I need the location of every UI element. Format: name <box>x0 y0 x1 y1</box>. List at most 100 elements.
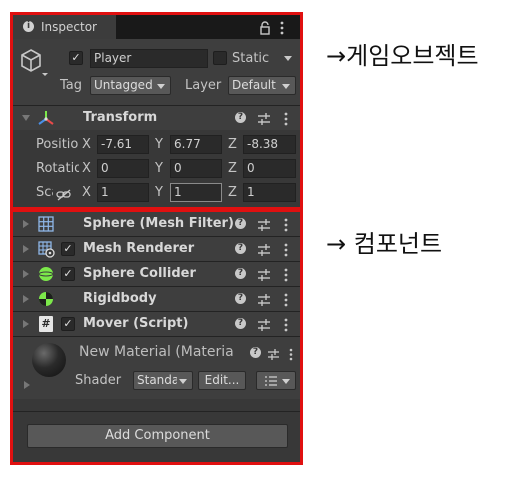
component-enabled-checkbox[interactable]: ✓ <box>61 242 75 256</box>
preset-icon[interactable] <box>257 267 271 281</box>
kebab-icon[interactable] <box>283 217 289 232</box>
material-list-dropdown[interactable] <box>256 371 296 390</box>
preset-icon[interactable] <box>257 317 271 331</box>
component-header-mesh-filter[interactable]: Sphere (Mesh Filter) ? <box>13 212 300 236</box>
transform-header[interactable]: Transform ? <box>13 106 300 130</box>
info-icon: i <box>23 21 34 32</box>
scale-z-field[interactable]: 1 <box>243 183 296 202</box>
preset-icon[interactable] <box>257 242 271 256</box>
material-preview-sphere[interactable] <box>32 343 66 377</box>
tag-dropdown[interactable]: Untagged <box>90 76 171 95</box>
help-icon[interactable]: ? <box>235 218 246 229</box>
position-y-field[interactable]: 6.77 <box>170 135 222 154</box>
rotation-z-field[interactable]: 0 <box>243 159 296 178</box>
inspector-tab[interactable]: i Inspector <box>13 15 116 39</box>
grid-icon <box>38 216 54 232</box>
add-component-button[interactable]: Add Component <box>27 424 288 448</box>
static-dropdown-arrow-icon[interactable] <box>284 56 292 61</box>
position-x-label[interactable]: X <box>82 137 91 152</box>
static-checkbox[interactable] <box>213 51 227 65</box>
sphere-collider-icon <box>38 266 54 282</box>
material-name: New Material (Materia <box>79 344 234 360</box>
component-name: Mover (Script) <box>83 316 189 331</box>
scale-x-field[interactable]: 1 <box>97 183 149 202</box>
constrain-proportions-link-icon[interactable] <box>56 186 72 201</box>
help-icon[interactable]: ? <box>235 243 246 254</box>
component-enabled-checkbox[interactable]: ✓ <box>61 317 75 331</box>
tag-dropdown-arrow-icon <box>157 84 165 89</box>
rotation-y-label[interactable]: Y <box>155 161 163 176</box>
inspector-tab-bar: i Inspector <box>13 15 300 39</box>
position-z-label[interactable]: Z <box>228 137 237 152</box>
scale-z-label[interactable]: Z <box>228 185 237 200</box>
position-z-field[interactable]: -8.38 <box>243 135 296 154</box>
script-icon: # <box>39 316 53 332</box>
shader-dropdown[interactable]: Standard <box>133 371 193 390</box>
kebab-icon[interactable] <box>283 267 289 282</box>
layer-value: Default <box>232 78 276 92</box>
shader-dropdown-arrow-icon <box>179 379 187 384</box>
component-header-rigidbody[interactable]: Rigidbody ? <box>13 287 300 311</box>
rigidbody-icon <box>38 291 54 307</box>
transform-title: Transform <box>83 110 158 125</box>
component-header-mover-script[interactable]: # ✓ Mover (Script) ? <box>13 312 300 336</box>
mesh-renderer-icon <box>38 241 55 258</box>
help-icon[interactable]: ? <box>235 268 246 279</box>
layer-label: Layer <box>185 78 222 93</box>
inspector-tab-label: Inspector <box>41 20 97 34</box>
component-header-sphere-collider[interactable]: ✓ Sphere Collider ? <box>13 262 300 286</box>
help-icon[interactable]: ? <box>235 112 246 123</box>
foldout-closed-icon[interactable] <box>24 381 30 389</box>
rotation-x-field[interactable]: 0 <box>97 159 149 178</box>
component-name: Mesh Renderer <box>83 241 195 256</box>
layer-dropdown[interactable]: Default <box>228 76 296 95</box>
foldout-closed-icon <box>23 220 29 228</box>
foldout-closed-icon <box>23 245 29 253</box>
rotation-label: Rotation <box>36 161 79 176</box>
kebab-icon[interactable] <box>279 20 285 35</box>
scale-y-field[interactable]: 1 <box>170 183 222 202</box>
position-x-field[interactable]: -7.61 <box>97 135 149 154</box>
annotation-gameobject: →게임오브젝트 <box>326 42 479 70</box>
shader-label: Shader <box>75 373 122 388</box>
position-y-label[interactable]: Y <box>155 137 163 152</box>
help-icon[interactable]: ? <box>250 347 261 358</box>
divider <box>13 411 300 412</box>
list-icon <box>264 375 278 387</box>
foldout-open-icon <box>22 115 30 121</box>
scale-y-label[interactable]: Y <box>155 185 163 200</box>
layer-dropdown-arrow-icon <box>282 84 290 89</box>
rotation-x-label[interactable]: X <box>82 161 91 176</box>
component-name: Sphere (Mesh Filter) <box>83 216 234 231</box>
help-icon[interactable]: ? <box>235 293 246 304</box>
foldout-closed-icon <box>23 295 29 303</box>
rotation-y-field[interactable]: 0 <box>170 159 222 178</box>
kebab-icon[interactable] <box>288 346 294 361</box>
preset-icon[interactable] <box>267 346 280 360</box>
kebab-icon[interactable] <box>283 292 289 307</box>
preset-icon[interactable] <box>257 111 271 125</box>
foldout-closed-icon <box>23 320 29 328</box>
gameobject-cube-icon <box>20 47 48 79</box>
kebab-icon[interactable] <box>283 242 289 257</box>
tag-label: Tag <box>60 78 83 93</box>
kebab-icon[interactable] <box>283 317 289 332</box>
gameobject-active-checkbox[interactable]: ✓ <box>69 51 83 65</box>
preset-icon[interactable] <box>257 217 271 231</box>
shader-edit-button[interactable]: Edit... <box>198 371 246 390</box>
scale-x-label[interactable]: X <box>82 185 91 200</box>
preset-icon[interactable] <box>257 292 271 306</box>
rotation-z-label[interactable]: Z <box>228 161 237 176</box>
static-label: Static <box>232 51 270 66</box>
scale-label: Scale <box>36 185 53 200</box>
component-enabled-checkbox[interactable]: ✓ <box>61 267 75 281</box>
component-header-mesh-renderer[interactable]: ✓ Mesh Renderer ? <box>13 237 300 261</box>
gameobject-name-field[interactable]: Player <box>90 49 208 68</box>
kebab-icon[interactable] <box>283 111 289 126</box>
position-label: Position <box>36 137 79 152</box>
annotation-components: → 컴포넌트 <box>326 230 443 258</box>
lock-icon[interactable] <box>259 20 271 35</box>
help-icon[interactable]: ? <box>235 318 246 329</box>
shader-value: Standard <box>137 373 177 387</box>
foldout-closed-icon <box>23 270 29 278</box>
